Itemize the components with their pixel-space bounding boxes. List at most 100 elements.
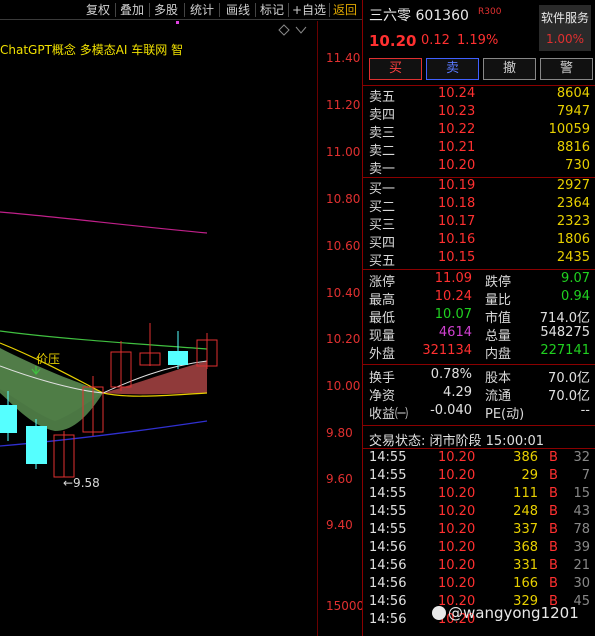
y-tick-label: 11.40: [326, 51, 361, 65]
concept-tags: ChatGPT概念 多模态AI 车联网 智: [0, 43, 184, 57]
ask-price: 10.20: [438, 158, 476, 173]
ask-label: 卖三: [369, 126, 396, 141]
stat-value: 4614: [438, 325, 472, 340]
divider: [363, 448, 595, 449]
ma-purple-line: [0, 211, 208, 234]
stat-value: 70.0亿: [548, 389, 590, 404]
stat-label: 现量: [369, 329, 396, 344]
candle: [168, 331, 188, 369]
bid-row[interactable]: 买五 10.15 2435: [363, 250, 595, 269]
tick-side: B: [549, 450, 558, 465]
stat-value: -0.040: [430, 403, 472, 418]
ask-volume: 8816: [556, 140, 590, 155]
alert-button[interactable]: 警: [540, 58, 593, 80]
ask-row[interactable]: 卖三 10.22 10059: [363, 122, 595, 141]
y-tick-label: 9.40: [326, 518, 353, 532]
y-tick-label: 9.60: [326, 472, 353, 486]
tick-time: 14:56: [369, 558, 407, 573]
toolbar-draw-line-button[interactable]: 画线: [226, 2, 250, 18]
y-tick-label: 10.80: [326, 192, 361, 206]
tick-count: 21: [573, 558, 590, 573]
bid-row[interactable]: 买二 10.18 2364: [363, 196, 595, 215]
tick-count: 15: [573, 486, 590, 501]
tick-price: 10.20: [438, 576, 476, 591]
toolbar-return-button[interactable]: 返回: [333, 2, 357, 18]
y-axis-line: [317, 21, 318, 636]
cancel-order-button[interactable]: 撤: [483, 58, 536, 80]
cloud-area-red: [103, 361, 207, 395]
tick-side: B: [549, 504, 558, 519]
tick-side: B: [549, 576, 558, 591]
stat-row: 收益㈠ -0.040 PE(动) --: [363, 403, 595, 422]
watermark-text: @wangyong1201: [448, 604, 579, 622]
y-tick-label: 10.60: [326, 239, 361, 253]
buy-button[interactable]: 买: [369, 58, 422, 80]
tick-count: 78: [573, 522, 590, 537]
sell-button[interactable]: 卖: [426, 58, 479, 80]
tick-time: 14:55: [369, 486, 407, 501]
tick-price: 10.20: [438, 558, 476, 573]
stat-value: 4.29: [443, 385, 472, 400]
ask-row[interactable]: 卖五 10.24 8604: [363, 86, 595, 105]
bid-price: 10.19: [438, 178, 476, 193]
stat-label: 跌停: [485, 275, 512, 290]
bid-volume: 2435: [556, 250, 590, 265]
tick-volume: 386: [513, 450, 538, 465]
toolbar-divider: [149, 3, 150, 17]
stat-label: 最低: [369, 311, 396, 326]
tick-row: 14:56 10.20 166 B 30: [363, 576, 595, 594]
tick-price: 10.20: [438, 450, 476, 465]
tick-price: 10.20: [438, 468, 476, 483]
toolbar-statistics-button[interactable]: 统计: [190, 2, 214, 18]
toolbar-overlay-button[interactable]: 叠加: [120, 2, 144, 18]
tick-time: 14:56: [369, 576, 407, 591]
stat-label: 涨停: [369, 275, 396, 290]
bid-price: 10.18: [438, 196, 476, 211]
kline-chart[interactable]: ChatGPT概念 多模态AI 车联网 智 价压 ←9.58 11.40 11.…: [0, 21, 362, 636]
ask-row[interactable]: 卖二 10.21 8816: [363, 140, 595, 159]
stat-label: PE(动): [485, 407, 525, 422]
ask-volume: 8604: [556, 86, 590, 101]
tick-price: 10.20: [438, 522, 476, 537]
sector-badge[interactable]: 软件服务 1.00%: [539, 5, 591, 51]
ask-label: 卖二: [369, 144, 396, 159]
y-tick-label: 9.80: [326, 426, 353, 440]
bid-row[interactable]: 买三 10.17 2323: [363, 214, 595, 233]
bid-row[interactable]: 买四 10.16 1806: [363, 232, 595, 251]
tick-time: 14:56: [369, 612, 407, 627]
stock-name[interactable]: 三六零 601360: [369, 5, 469, 25]
toolbar-restore-rights-button[interactable]: 复权: [86, 2, 110, 18]
candle: [110, 341, 132, 391]
stat-value: 10.07: [434, 307, 472, 322]
divider: [363, 425, 595, 426]
ask-row[interactable]: 卖一 10.20 730: [363, 158, 595, 177]
tick-time: 14:55: [369, 468, 407, 483]
price-press-annotation: 价压: [36, 352, 61, 366]
watermark: @wangyong1201: [432, 604, 579, 622]
price-change-pct: 1.19%: [457, 33, 499, 48]
toolbar-add-watchlist-button[interactable]: +自选: [292, 2, 326, 18]
tick-row: 14:55 10.20 386 B 32: [363, 450, 595, 468]
stat-label: 流通: [485, 389, 512, 404]
toolbar-multi-stock-button[interactable]: 多股: [154, 2, 178, 18]
stat-value: 11.09: [434, 271, 472, 286]
stat-row: 最低 10.07 市值 714.0亿: [363, 307, 595, 326]
tick-count: 39: [573, 540, 590, 555]
stat-value: 9.07: [561, 271, 590, 286]
y-tick-label: 11.20: [326, 98, 361, 112]
toolbar-mark-button[interactable]: 标记: [260, 2, 284, 18]
stat-value: --: [580, 403, 590, 418]
stat-row: 现量 4614 总量 548275: [363, 325, 595, 344]
toolbar-divider: [329, 3, 330, 17]
stat-label: 量比: [485, 293, 512, 308]
stat-value: 714.0亿: [539, 311, 590, 326]
tick-time: 14:56: [369, 594, 407, 609]
ask-volume: 730: [565, 158, 590, 173]
tick-time: 14:55: [369, 504, 407, 519]
tick-side: B: [549, 486, 558, 501]
bid-volume: 2927: [556, 178, 590, 193]
ask-volume: 10059: [548, 122, 590, 137]
ask-row[interactable]: 卖四 10.23 7947: [363, 104, 595, 123]
bid-row[interactable]: 买一 10.19 2927: [363, 178, 595, 197]
stat-row: 最高 10.24 量比 0.94: [363, 289, 595, 308]
